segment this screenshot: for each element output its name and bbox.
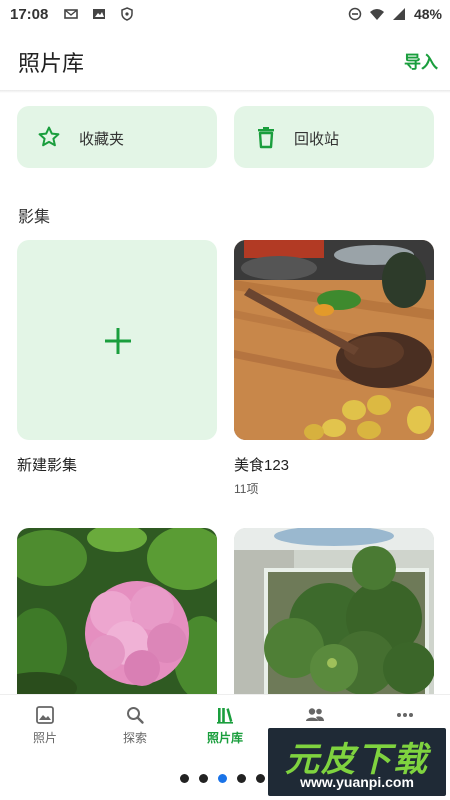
dnd-icon [348,7,362,21]
plant-photo [234,528,434,694]
shield-icon [121,7,133,21]
nav-library-label: 照片库 [206,731,243,745]
new-album-tile[interactable] [17,240,217,440]
library-icon [217,708,233,724]
albums-section-title: 影集 [18,209,51,226]
album-thumbnail-food[interactable] [234,240,434,440]
nav-library[interactable]: 照片库 [180,695,270,751]
new-album-label: 新建影集 [17,457,78,474]
status-notification-icons [64,7,134,21]
star-icon [38,126,60,147]
nav-explore-label: 探索 [122,731,147,745]
search-icon [127,707,144,724]
nav-photos[interactable]: 照片 [0,695,90,751]
photo-icon [36,706,54,724]
status-system-icons: 48% [348,6,442,22]
gallery-icon [93,9,105,19]
page-title: 照片库 [18,51,85,76]
wifi-icon [369,9,384,20]
page-dot[interactable] [199,774,208,783]
battery-level: 48% [413,6,442,22]
page-dot[interactable] [180,774,189,783]
food-photo [234,240,434,440]
album-item-count: 11项 [234,482,259,496]
more-icon [397,713,413,717]
nav-photos-label: 照片 [32,731,57,745]
header-divider [0,90,450,93]
favorites-label: 收藏夹 [79,131,125,148]
status-bar: 17:08 48% [0,0,450,30]
recycle-bin-card[interactable]: 回收站 [234,106,434,168]
signal-icon [392,8,405,20]
page-dot-active[interactable] [218,774,227,783]
people-icon [306,708,324,721]
favorites-card[interactable]: 收藏夹 [17,106,217,168]
album-thumbnail-plant[interactable] [234,528,434,694]
recycle-bin-label: 回收站 [294,131,340,148]
watermark-url: www.yuanpi.com [300,774,414,790]
status-time: 17:08 [10,6,49,23]
site-watermark: 元皮下载 www.yuanpi.com [268,728,446,796]
album-thumbnail-flower[interactable] [17,528,217,694]
plus-icon [105,328,131,354]
mail-icon [64,9,78,19]
nav-explore[interactable]: 探索 [90,695,180,751]
flower-photo [17,528,217,694]
app-header: 照片库 导入 [0,32,450,88]
page-dot[interactable] [256,774,265,783]
trash-icon [258,127,274,149]
import-button[interactable]: 导入 [404,48,438,73]
album-name: 美食123 [234,457,290,474]
page-indicator [180,774,265,783]
page-dot[interactable] [237,774,246,783]
